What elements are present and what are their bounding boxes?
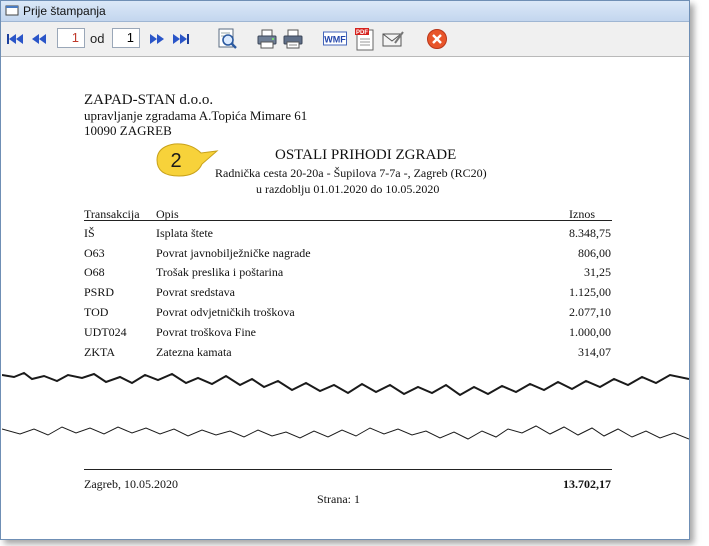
last-page-icon xyxy=(173,34,189,44)
first-page-icon xyxy=(7,34,23,44)
callout-number: 2 xyxy=(170,150,181,172)
title-bar: Prije štampanja xyxy=(1,1,689,22)
wmf-label: WMF xyxy=(324,35,346,45)
total-amount: 13.702,17 xyxy=(563,477,611,491)
email-icon xyxy=(382,31,404,47)
close-icon xyxy=(427,29,447,49)
toolbar: 1 od 1 WMF PDF xyxy=(1,22,689,57)
pdf-export-icon: PDF xyxy=(355,28,374,51)
previous-page-icon xyxy=(32,34,46,44)
close-preview-button[interactable] xyxy=(426,28,448,50)
footer-rule xyxy=(84,469,612,470)
print-setup-button[interactable] xyxy=(255,28,279,50)
wmf-export-icon: WMF xyxy=(323,31,347,46)
callout-badge: 2 xyxy=(156,143,219,177)
print-setup-icon xyxy=(257,29,277,49)
zoom-icon xyxy=(218,28,237,49)
pdf-export-button[interactable]: PDF xyxy=(353,28,377,51)
page-number: Strana: 1 xyxy=(317,492,360,506)
print-button[interactable] xyxy=(281,28,305,50)
first-page-button[interactable] xyxy=(5,28,25,50)
current-page-input[interactable]: 1 xyxy=(57,28,85,48)
window-title: Prije štampanja xyxy=(23,4,106,18)
footer-place-date: Zagreb, 10.05.2020 xyxy=(84,477,178,491)
total-pages-field: 1 xyxy=(112,28,140,48)
report-page: ZAPAD-STAN d.o.o. upravljanje zgradama A… xyxy=(1,57,689,539)
print-preview-window: Prije štampanja 1 od 1 WMF PDF ZAPAD-STA… xyxy=(0,0,690,540)
last-page-button[interactable] xyxy=(171,28,191,50)
pdf-label: PDF xyxy=(356,30,368,36)
email-button[interactable] xyxy=(381,28,405,50)
zoom-button[interactable] xyxy=(215,28,239,50)
next-page-button[interactable] xyxy=(147,28,167,50)
app-icon xyxy=(5,5,19,16)
print-icon xyxy=(283,29,303,49)
next-page-icon xyxy=(150,34,164,44)
torn-page-divider xyxy=(2,371,689,440)
report-content: ZAPAD-STAN d.o.o. upravljanje zgradama A… xyxy=(2,57,689,539)
wmf-export-button[interactable]: WMF xyxy=(323,28,347,50)
previous-page-button[interactable] xyxy=(29,28,49,50)
of-label: od xyxy=(90,31,105,46)
